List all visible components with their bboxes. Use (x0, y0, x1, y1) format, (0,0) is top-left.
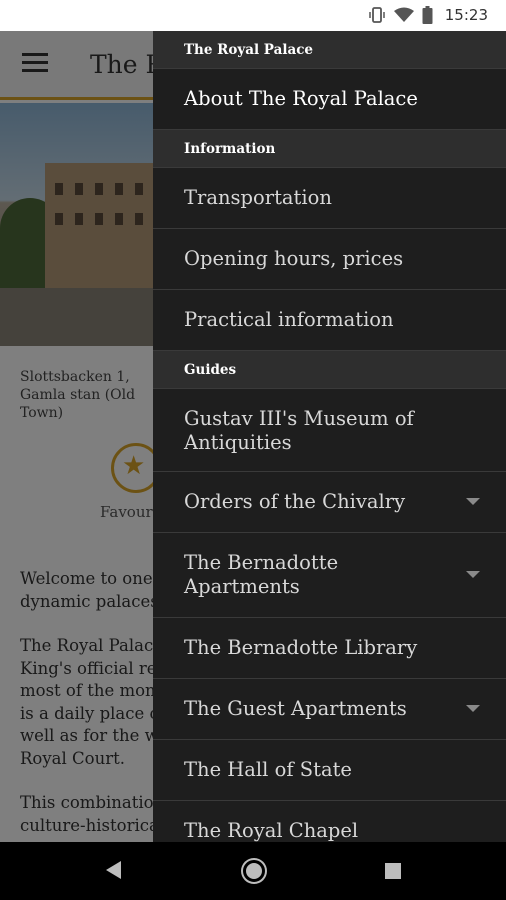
drawer-item-transportation[interactable]: Transportation (153, 168, 506, 229)
drawer-item-label: The Bernadotte Apartments (184, 551, 339, 598)
drawer-item-opening-hours[interactable]: Opening hours, prices (153, 229, 506, 290)
drawer-item-orders-of-chivalry[interactable]: Orders of the Chivalry (153, 472, 506, 533)
chevron-down-icon[interactable] (466, 498, 480, 505)
drawer-item-label: Opening hours, prices (184, 247, 404, 270)
drawer-item-label: The Royal Chapel (184, 819, 359, 842)
clock: 15:23 (444, 6, 488, 24)
back-icon[interactable] (106, 861, 121, 879)
drawer-item-hall-of-state[interactable]: The Hall of State (153, 740, 506, 801)
drawer-item-practical-information[interactable]: Practical information (153, 290, 506, 351)
section-header-guides: Guides (153, 351, 506, 389)
drawer-item-museum-of-antiquities[interactable]: Gustav III's Museum of Antiquities (153, 389, 506, 472)
status-bar: 15:23 (0, 0, 506, 31)
drawer-item-bernadotte-library[interactable]: The Bernadotte Library (153, 618, 506, 679)
recents-icon[interactable] (385, 863, 401, 879)
drawer-item-label: About The Royal Palace (184, 87, 418, 110)
drawer-item-bernadotte-apartments[interactable]: The Bernadotte Apartments (153, 533, 506, 618)
system-navigation-bar (0, 842, 506, 900)
status-icons: 15:23 (368, 4, 488, 26)
vibrate-icon (369, 7, 385, 23)
drawer-item-label: The Guest Apartments (184, 697, 407, 720)
section-header-information: Information (153, 130, 506, 168)
drawer-item-label: Gustav III's Museum of Antiquities (184, 407, 414, 454)
drawer-item-label: Practical information (184, 308, 394, 331)
drawer-item-royal-chapel[interactable]: The Royal Chapel (153, 801, 506, 842)
drawer-item-label: The Bernadotte Library (184, 636, 418, 659)
drawer-item-label: Transportation (184, 186, 332, 209)
drawer-item-label: The Hall of State (184, 758, 352, 781)
chevron-down-icon[interactable] (466, 571, 480, 578)
drawer-item-label: Orders of the Chivalry (184, 490, 406, 513)
battery-icon (422, 6, 433, 24)
wifi-icon (393, 7, 414, 22)
home-icon[interactable] (243, 860, 265, 882)
chevron-down-icon[interactable] (466, 705, 480, 712)
drawer-item-guest-apartments[interactable]: The Guest Apartments (153, 679, 506, 740)
drawer-item-about[interactable]: About The Royal Palace (153, 69, 506, 130)
section-header-royal-palace: The Royal Palace (153, 31, 506, 69)
navigation-drawer: The Royal Palace About The Royal Palace … (153, 31, 506, 842)
